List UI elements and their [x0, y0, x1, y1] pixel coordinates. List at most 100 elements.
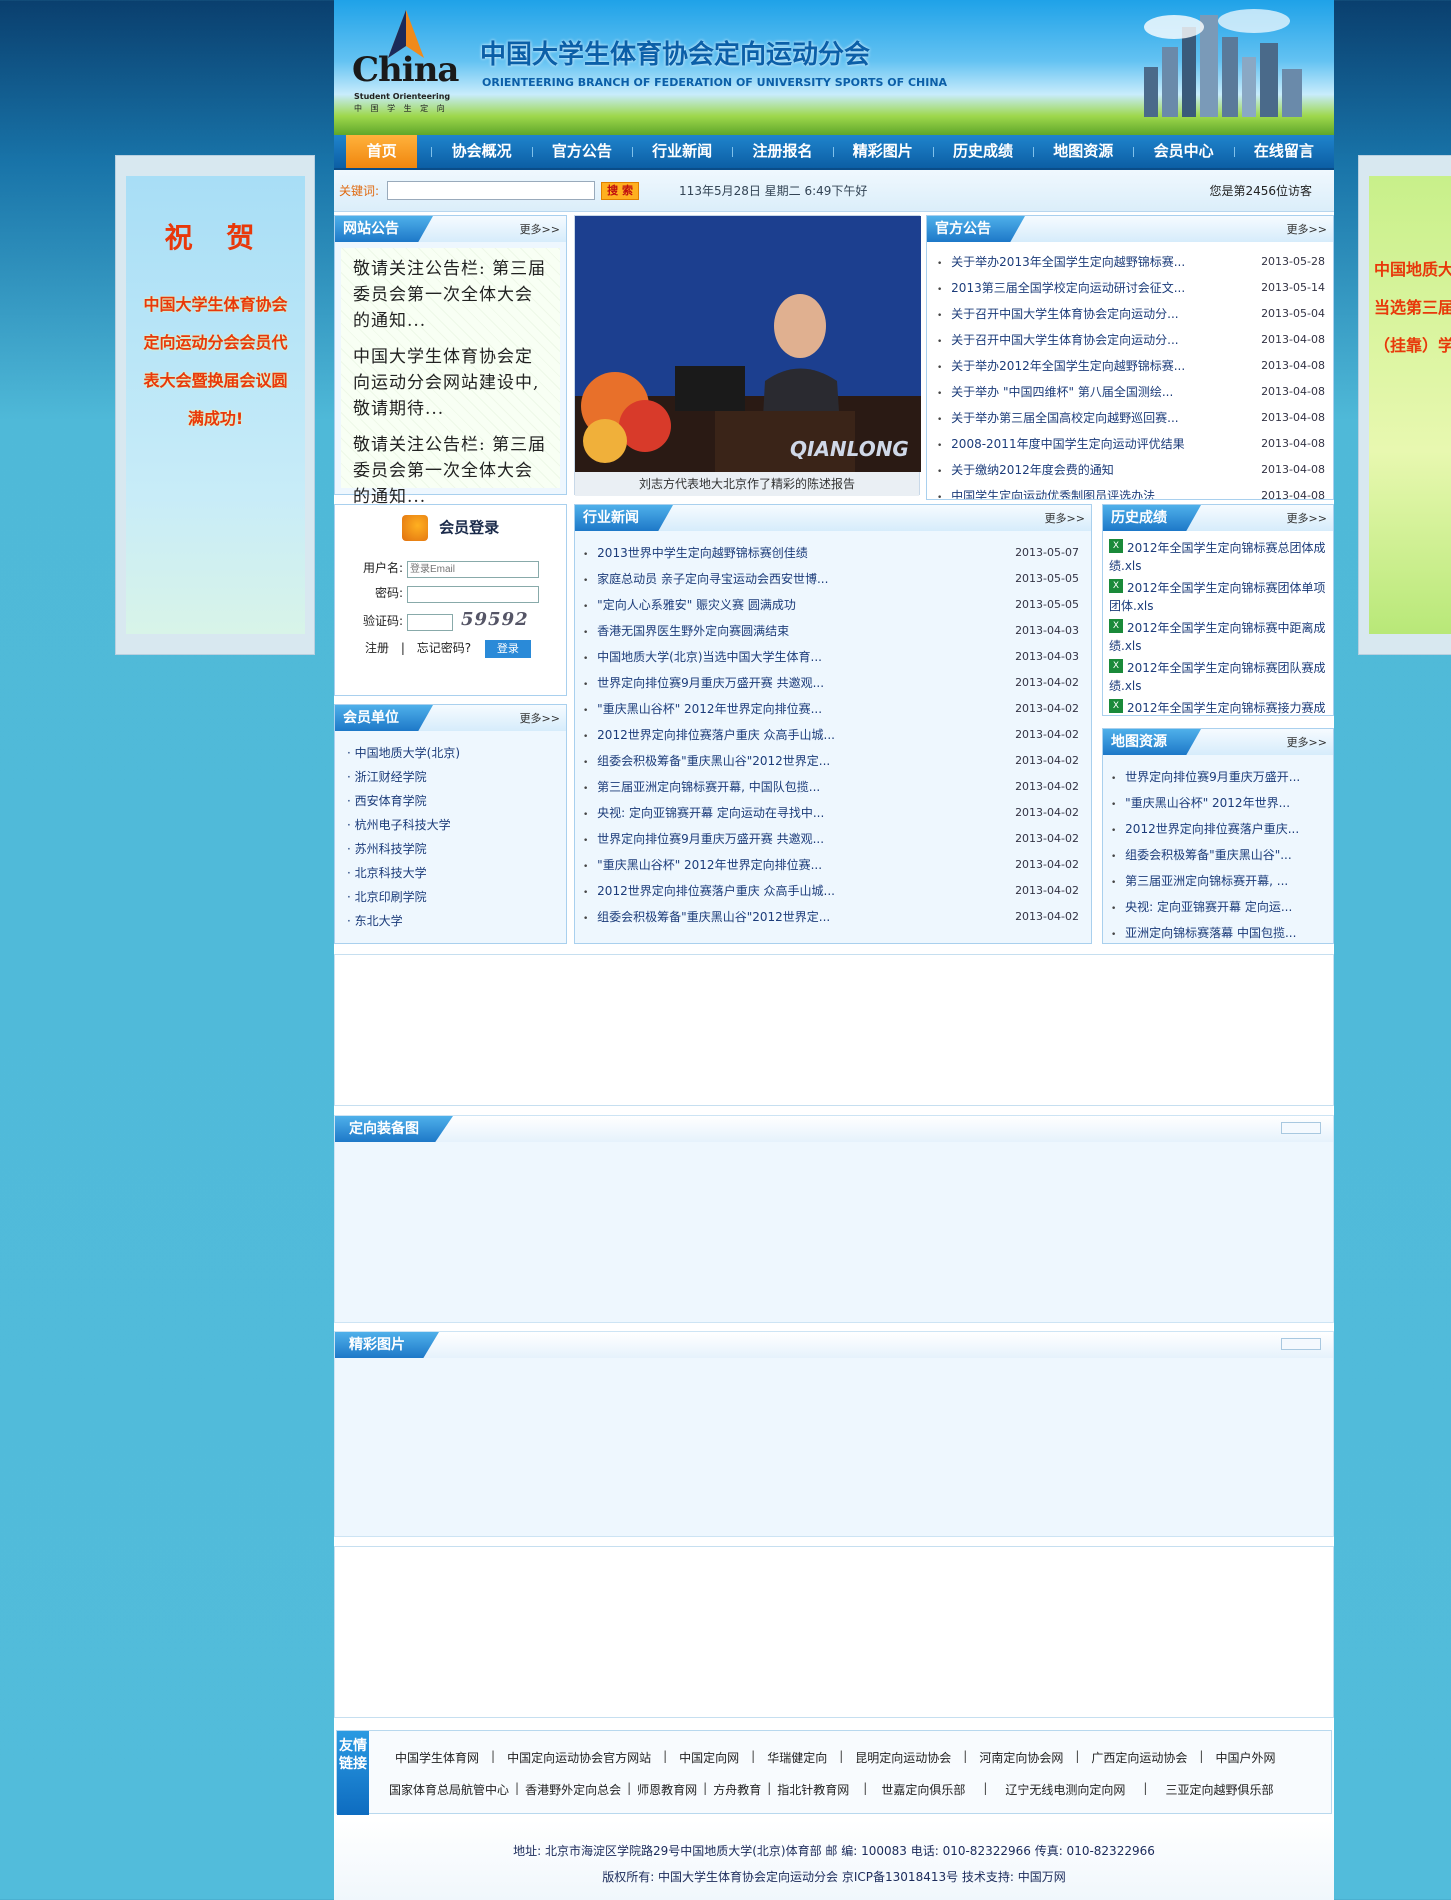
notice-item[interactable]: 中国大学生体育协会定向运动分会网站建设中, 敬请期待... [353, 344, 548, 422]
list-item[interactable]: 2008-2011年度中国学生定向运动评优结果2013-04-08 [937, 430, 1325, 456]
panel-header: 官方公告 更多>> [927, 216, 1333, 242]
panel-title: 会员单位 [335, 705, 433, 731]
list-item[interactable]: 关于缴纳2012年度会费的通知2013-04-08 [937, 456, 1325, 482]
list-item[interactable]: 关于举办 "中国四维杯" 第八届全国测绘...2013-04-08 [937, 378, 1325, 404]
list-item[interactable]: 家庭总动员 亲子定向寻宝运动会西安世博...2013-05-05 [583, 565, 1079, 591]
friend-link[interactable]: 河南定向协会网 [979, 1749, 1063, 1766]
left-floating-ad[interactable]: 祝 贺 中国大学生体育协会 定向运动分会会员代 表大会暨换届会议圆 满成功! [115, 155, 315, 655]
password-input[interactable] [407, 586, 539, 603]
list-item[interactable]: "重庆黑山谷杯" 2012年世界定向排位赛...2013-04-02 [583, 851, 1079, 877]
list-item[interactable]: 世界定向排位赛9月重庆万盛开赛 共邀观...2013-04-02 [583, 669, 1079, 695]
forgot-password-link[interactable]: 忘记密码? [417, 641, 471, 655]
nav-message[interactable]: 在线留言 [1233, 135, 1334, 168]
friend-link[interactable]: 师恩教育网 [637, 1781, 697, 1798]
list-item[interactable]: 香港无国界医生野外定向赛圆满结束2013-04-03 [583, 617, 1079, 643]
member-list: 中国地质大学(北京) 浙江财经学院 西安体育学院 杭州电子科技大学 苏州科技学院… [335, 731, 566, 943]
list-item[interactable]: 组委会积极筹备"重庆黑山谷"2012世界定...2013-04-02 [583, 903, 1079, 929]
nav-about[interactable]: 协会概况 [431, 135, 531, 168]
more-button[interactable] [1281, 1122, 1321, 1134]
speaker-photo: QIANLONG [575, 216, 921, 472]
friend-link[interactable]: 方舟教育 [713, 1781, 761, 1798]
friend-link[interactable]: 中国定向网 [679, 1749, 739, 1766]
friend-link[interactable]: 世嘉定向俱乐部 [881, 1781, 965, 1798]
register-link[interactable]: 注册 [365, 641, 389, 655]
search-button[interactable]: 搜 索 [601, 181, 640, 200]
list-item[interactable]: 2012世界定向排位赛落户重庆 众高手山城...2013-04-02 [583, 721, 1079, 747]
nav-history[interactable]: 历史成绩 [932, 135, 1033, 168]
friend-link[interactable]: 三亚定向越野俱乐部 [1165, 1781, 1273, 1798]
more-link[interactable]: 更多>> [1287, 221, 1327, 237]
more-link[interactable]: 更多>> [1287, 510, 1327, 526]
friend-link[interactable]: 昆明定向运动协会 [855, 1749, 951, 1766]
nav-maps[interactable]: 地图资源 [1033, 135, 1133, 168]
friend-link[interactable]: 中国户外网 [1215, 1749, 1275, 1766]
member-item[interactable]: 北京科技大学 [347, 861, 554, 885]
friend-link[interactable]: 指北针教育网 [777, 1781, 849, 1798]
history-item[interactable]: X 2012年全国学生定向锦标赛团体单项团体.xls [1109, 579, 1327, 615]
notice-item[interactable]: 敬请关注公告栏: 第三届委员会第一次全体大会的通知... [353, 256, 548, 334]
notice-item[interactable]: 敬请关注公告栏: 第三届委员会第一次全体大会的通知... [353, 432, 548, 510]
list-item[interactable]: 2012世界定向排位赛落户重庆 众高手山城...2013-04-02 [583, 877, 1079, 903]
member-item[interactable]: 西安体育学院 [347, 789, 554, 813]
list-item[interactable]: "定向人心系雅安" 赈灾义赛 圆满成功2013-05-05 [583, 591, 1079, 617]
list-item[interactable]: 央视: 定向亚锦赛开幕 定向运... [1111, 893, 1325, 919]
friend-links-tag: 友情链接 [337, 1731, 369, 1815]
list-item[interactable]: 关于召开中国大学生体育协会定向运动分...2013-04-08 [937, 326, 1325, 352]
member-item[interactable]: 中国地质大学(北京) [347, 741, 554, 765]
history-item[interactable]: X2012年全国学生定向锦标赛接力赛成绩.xls [1109, 699, 1327, 715]
more-link[interactable]: 更多>> [520, 710, 560, 726]
list-item[interactable]: 2013第三届全国学校定向运动研讨会征文...2013-05-14 [937, 274, 1325, 300]
more-link[interactable]: 更多>> [1045, 510, 1085, 526]
friend-link[interactable]: 国家体育总局航管中心 [389, 1781, 509, 1798]
more-link[interactable]: 更多>> [520, 221, 560, 237]
list-item[interactable]: 组委会积极筹备"重庆黑山谷"2012世界定...2013-04-02 [583, 747, 1079, 773]
history-item[interactable]: X 2012年全国学生定向锦标赛团队赛成绩.xls [1109, 659, 1327, 695]
friend-link[interactable]: 辽宁无线电测向定向网 [1005, 1781, 1125, 1798]
nav-industry[interactable]: 行业新闻 [632, 135, 732, 168]
list-item[interactable]: "重庆黑山谷杯" 2012年世界定向排位赛...2013-04-02 [583, 695, 1079, 721]
list-item[interactable]: "重庆黑山谷杯" 2012年世界... [1111, 789, 1325, 815]
nav-official[interactable]: 官方公告 [531, 135, 632, 168]
member-item[interactable]: 浙江财经学院 [347, 765, 554, 789]
friend-link[interactable]: 中国定向运动协会官方网站 [507, 1749, 651, 1766]
list-item[interactable]: 中国地质大学(北京)当选中国大学生体育...2013-04-03 [583, 643, 1079, 669]
list-item[interactable]: 2012世界定向排位赛落户重庆... [1111, 815, 1325, 841]
captcha-input[interactable] [407, 614, 453, 631]
list-item[interactable]: 世界定向排位赛9月重庆万盛开赛 共邀观...2013-04-02 [583, 825, 1079, 851]
friend-link[interactable]: 华瑞健定向 [767, 1749, 827, 1766]
list-item[interactable]: 关于召开中国大学生体育协会定向运动分...2013-05-04 [937, 300, 1325, 326]
member-item[interactable]: 杭州电子科技大学 [347, 813, 554, 837]
member-item[interactable]: 北京印刷学院 [347, 885, 554, 909]
nav-register[interactable]: 注册报名 [732, 135, 832, 168]
member-item[interactable]: 东北大学 [347, 909, 554, 933]
search-input[interactable] [387, 181, 596, 200]
site-logo[interactable]: China Student Orienteering 中 国 学 生 定 向 [348, 10, 459, 113]
list-item[interactable]: 关于举办2013年全国学生定向越野锦标赛...2013-05-28 [937, 248, 1325, 274]
more-link[interactable]: 更多>> [1287, 734, 1327, 750]
list-item[interactable]: 央视: 定向亚锦赛开幕 定向运动在寻找中...2013-04-02 [583, 799, 1079, 825]
friend-link[interactable]: 广西定向运动协会 [1091, 1749, 1187, 1766]
more-button[interactable] [1281, 1338, 1321, 1350]
list-item[interactable]: 关于举办2012年全国学生定向越野锦标赛...2013-04-08 [937, 352, 1325, 378]
nav-home[interactable]: 首页 [346, 135, 418, 168]
nav-members[interactable]: 会员中心 [1133, 135, 1233, 168]
list-item[interactable]: 关于举办第三届全国高校定向越野巡回赛...2013-04-08 [937, 404, 1325, 430]
featured-photo[interactable]: QIANLONG 刘志方代表地大北京作了精彩的陈述报告 [574, 215, 921, 496]
nav-gallery[interactable]: 精彩图片 [832, 135, 933, 168]
username-input[interactable] [407, 561, 539, 578]
history-item[interactable]: X 2012年全国学生定向锦标赛中距离成绩.xls [1109, 619, 1327, 655]
list-item[interactable]: 第三届亚洲定向锦标赛开幕, ... [1111, 867, 1325, 893]
list-item[interactable]: 第三届亚洲定向锦标赛开幕, 中国队包揽...2013-04-02 [583, 773, 1079, 799]
friend-link[interactable]: 香港野外定向总会 [525, 1781, 621, 1798]
list-item[interactable]: 亚洲定向锦标赛落幕 中国包揽... [1111, 919, 1325, 943]
list-item[interactable]: 世界定向排位赛9月重庆万盛开... [1111, 763, 1325, 789]
login-button[interactable]: 登录 [484, 640, 531, 658]
captcha-image[interactable]: 59592 [461, 609, 529, 630]
list-item[interactable]: 中国学生定向运动优秀制图员评选办法2013-04-08 [937, 482, 1325, 500]
member-item[interactable]: 苏州科技学院 [347, 837, 554, 861]
list-item[interactable]: 组委会积极筹备"重庆黑山谷"... [1111, 841, 1325, 867]
list-item[interactable]: 2013世界中学生定向越野锦标赛创佳绩2013-05-07 [583, 539, 1079, 565]
friend-link[interactable]: 中国学生体育网 [395, 1749, 479, 1766]
history-item[interactable]: X 2012年全国学生定向锦标赛总团体成绩.xls [1109, 539, 1327, 575]
right-floating-ad[interactable]: 中国地质大 当选第三届 （挂靠）学 [1358, 155, 1451, 655]
